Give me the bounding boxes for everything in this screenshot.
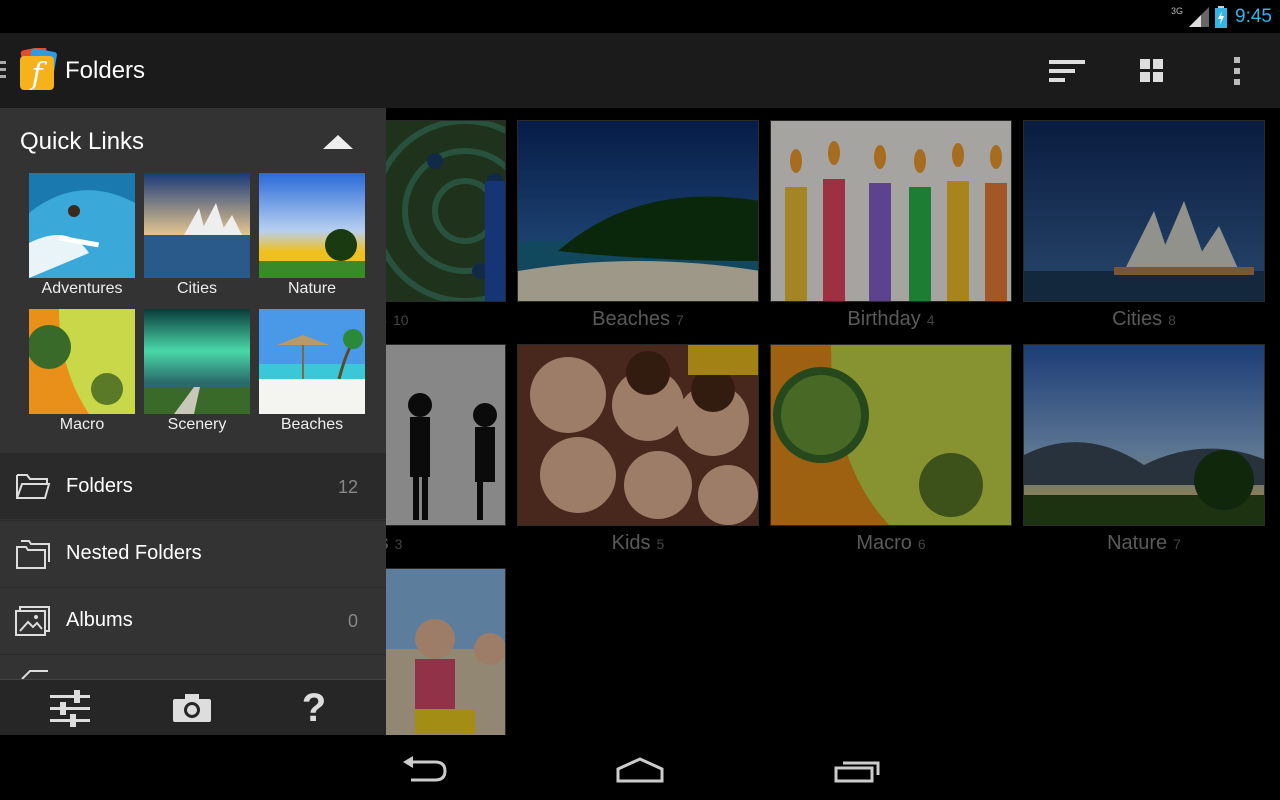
back-button[interactable] [394,753,454,787]
more-vert-icon [1234,57,1240,85]
quick-link-label: Beaches [280,416,344,433]
recents-button[interactable] [827,753,887,787]
camera-button[interactable] [169,688,215,728]
network-type: 3G [1171,5,1184,16]
folder-count: 4 [926,312,935,328]
folder-label: Kids [611,532,651,554]
nav-item-nested-folders[interactable]: Nested Folders [0,520,386,586]
folder-count: 7 [1173,536,1181,552]
system-nav-bar [0,735,1280,800]
quick-link-cities[interactable]: Cities [144,173,250,298]
folder-count: 3 [394,536,403,552]
folder-label: Beaches [592,308,671,330]
recents-icon [834,761,880,783]
folder-open-icon [16,474,51,499]
status-bar: 3G 9:45 [0,0,1280,33]
folder-label: Cities [1112,308,1163,330]
overflow-menu-button[interactable] [1217,51,1257,91]
folder-count: 5 [656,536,665,552]
quick-link-label: Adventures [41,280,123,297]
sort-icon [1049,60,1085,82]
quick-link-label: Macro [59,416,105,433]
folder-tile-nature[interactable] [1023,344,1265,526]
quick-link-nature[interactable]: Nature [259,173,365,298]
grid-icon [1140,59,1163,82]
quick-link-macro[interactable]: Macro [29,309,135,434]
signal-icon [1189,6,1210,27]
folder-tile-beaches[interactable] [517,120,759,302]
nav-item-label: Nested Folders [66,542,202,564]
folder-tile-macro[interactable] [770,344,1012,526]
collapse-arrow-icon[interactable] [323,135,353,149]
quick-link-thumbnail [259,173,365,278]
nav-item-label: Albums [66,609,133,631]
folder-label: Nature [1107,532,1168,554]
battery-charging-icon [1215,5,1228,28]
help-button[interactable]: ? [291,688,337,728]
quick-link-label: Cities [176,280,217,297]
clock: 9:45 [1235,5,1272,27]
quick-link-beaches[interactable]: Beaches [259,309,365,434]
folder-tile-kids[interactable] [517,344,759,526]
nav-item-count: 0 [347,611,358,631]
nav-item-label: Folders [66,475,133,497]
home-button[interactable] [610,753,670,787]
nav-item-folders[interactable]: Folders 12 [0,453,386,519]
folder-count: 10 [393,312,409,328]
action-bar: f Folders [0,33,1280,108]
drawer-footer: ? [0,679,386,735]
quick-link-thumbnail [144,309,250,414]
nav-item-count: 12 [337,477,358,497]
back-icon [403,756,447,782]
folder-tile-cities[interactable] [1023,120,1265,302]
nav-item-albums[interactable]: Albums 0 [0,587,386,653]
quick-link-scenery[interactable]: Scenery [144,309,250,434]
folder-label: Macro [856,532,912,554]
quick-link-label: Nature [287,280,337,297]
camera-icon [173,694,211,722]
sort-button[interactable] [1047,51,1087,91]
folders-icon [16,540,50,569]
quick-link-adventures[interactable]: Adventures [29,173,135,298]
sliders-icon [50,690,90,727]
folder-label: Birthday [847,308,921,330]
folder-tile-birthday[interactable] [770,120,1012,302]
grid-view-button[interactable] [1132,51,1172,91]
home-icon [616,757,664,783]
help-icon: ? [301,686,327,730]
quick-link-thumbnail [144,173,250,278]
navigation-drawer: Quick Links Adventures Cities Nature Mac… [0,108,386,735]
quick-link-thumbnail [29,173,135,278]
quick-link-label: Scenery [167,416,227,433]
quick-link-thumbnail [29,309,135,414]
quick-links-title: Quick Links [20,128,145,155]
folder-count: 6 [917,536,926,552]
drawer-indicator-icon[interactable] [0,61,6,81]
page-title: Folders [65,57,146,84]
folder-count: 7 [676,312,684,328]
folder-count: 8 [1168,312,1176,328]
quick-link-thumbnail [259,309,365,414]
settings-button[interactable] [47,688,93,728]
app-logo-icon[interactable]: f [17,48,59,92]
album-icon [15,606,50,636]
